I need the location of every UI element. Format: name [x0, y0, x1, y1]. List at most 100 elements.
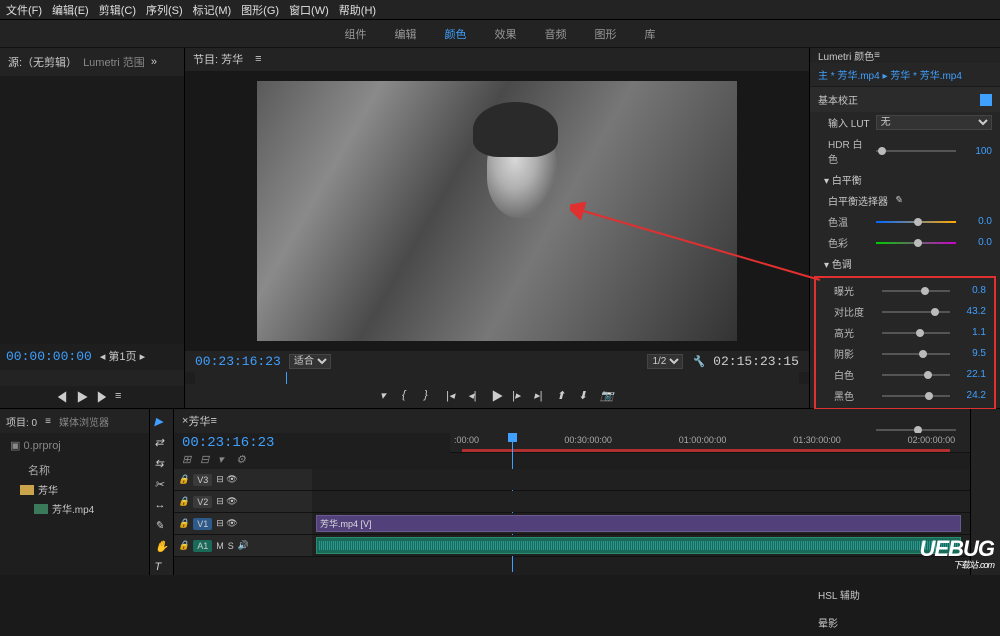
menu-file[interactable]: 文件(F)	[6, 2, 42, 18]
mark-in-icon[interactable]: {	[402, 389, 416, 403]
play-icon[interactable]	[75, 390, 89, 404]
lock-icon[interactable]: 🔒	[178, 496, 189, 507]
marker-icon[interactable]: ▾	[380, 389, 394, 403]
mark-out-icon[interactable]: }	[424, 389, 438, 403]
contrast-label: 对比度	[834, 304, 876, 319]
project-tab[interactable]: 项目: 0	[6, 414, 37, 429]
play-icon[interactable]	[490, 389, 504, 403]
basic-toggle[interactable]	[980, 94, 992, 106]
hand-tool-icon[interactable]: ✋	[155, 540, 169, 554]
go-in-icon[interactable]: |◂	[446, 389, 460, 403]
tint-slider[interactable]	[876, 242, 956, 244]
wrench-icon[interactable]: 🔧	[691, 355, 705, 368]
export-frame-icon[interactable]: 📷	[600, 389, 614, 403]
track-v1[interactable]: 芳华.mp4 [V]	[312, 513, 970, 534]
name-column-header[interactable]: 名称	[6, 460, 143, 480]
menu-window[interactable]: 窗口(W)	[289, 2, 329, 18]
razor-tool-icon[interactable]: ✂	[155, 478, 169, 492]
menu-sequence[interactable]: 序列(S)	[146, 2, 183, 18]
lumetri-scopes-tab[interactable]: Lumetri 范围	[83, 54, 145, 70]
step-back-icon[interactable]	[55, 390, 69, 404]
video-clip[interactable]: 芳华.mp4 [V]	[316, 515, 961, 532]
settings-icon[interactable]: ⚙	[236, 453, 248, 465]
menu-edit[interactable]: 编辑(E)	[52, 2, 89, 18]
exposure-value[interactable]: 0.8	[956, 285, 986, 296]
tab-editing[interactable]: 编辑	[395, 26, 417, 42]
source-ruler[interactable]	[0, 370, 184, 386]
track-select-icon[interactable]: ⇄	[155, 436, 169, 450]
blacks-slider[interactable]	[882, 395, 950, 397]
source-tab[interactable]: 源:（无剪辑）	[8, 54, 77, 70]
source-timecode[interactable]: 00:00:00:00	[6, 349, 92, 364]
highlights-value[interactable]: 1.1	[956, 327, 986, 338]
fit-select[interactable]: 适合	[289, 354, 331, 369]
program-ruler[interactable]	[195, 372, 799, 383]
selection-tool-icon[interactable]: ▶	[155, 415, 169, 429]
contrast-slider[interactable]	[882, 311, 950, 313]
step-fwd-icon[interactable]	[95, 390, 109, 404]
lift-icon[interactable]: ⬆	[556, 389, 570, 403]
whites-slider[interactable]	[882, 374, 950, 376]
track-v3[interactable]	[312, 469, 970, 490]
highlights-slider[interactable]	[882, 332, 950, 334]
chevron-right-icon[interactable]: »	[151, 56, 157, 68]
hdr-white-value[interactable]: 100	[962, 146, 992, 157]
menu-marker[interactable]: 标记(M)	[193, 2, 232, 18]
audio-clip[interactable]	[316, 537, 961, 554]
tab-graphics[interactable]: 图形	[595, 26, 617, 42]
media-browser-tab[interactable]: 媒体浏览器	[59, 414, 109, 429]
track-v2[interactable]	[312, 491, 970, 512]
slip-tool-icon[interactable]: ↔	[155, 499, 169, 513]
pen-tool-icon[interactable]: ✎	[155, 519, 169, 533]
program-timecode-in[interactable]: 00:23:16:23	[195, 354, 281, 369]
snap-icon[interactable]: ⊞	[182, 453, 194, 465]
tab-library[interactable]: 库	[645, 26, 656, 42]
marker-add-icon[interactable]: ▾	[218, 453, 230, 465]
program-tab[interactable]: 节目: 芳华	[193, 51, 243, 67]
menu-clip[interactable]: 剪辑(C)	[99, 2, 136, 18]
lock-icon[interactable]: 🔒	[178, 540, 189, 551]
temp-label: 色温	[828, 214, 870, 229]
temp-value[interactable]: 0.0	[962, 216, 992, 227]
link-icon[interactable]: ⊟	[200, 453, 212, 465]
exposure-slider[interactable]	[882, 290, 950, 292]
more-icon[interactable]: ≡	[115, 390, 129, 404]
lock-icon[interactable]: 🔒	[178, 474, 189, 485]
type-tool-icon[interactable]: T	[155, 561, 169, 575]
bin-item[interactable]: 芳华	[6, 480, 143, 499]
clip-icon	[34, 504, 48, 514]
extract-icon[interactable]: ⬇	[578, 389, 592, 403]
lock-icon[interactable]: 🔒	[178, 518, 189, 529]
ripple-edit-icon[interactable]: ⇆	[155, 457, 169, 471]
shadows-value[interactable]: 9.5	[956, 348, 986, 359]
tab-audio[interactable]: 音频	[545, 26, 567, 42]
wb-head[interactable]: ▾ 白平衡	[810, 169, 1000, 190]
go-out-icon[interactable]: ▸|	[534, 389, 548, 403]
lut-select[interactable]: 无	[876, 115, 992, 130]
tab-color[interactable]: 颜色	[445, 26, 467, 42]
vignette-section[interactable]: 晕影	[810, 608, 1000, 636]
temp-slider[interactable]	[876, 221, 956, 223]
clip-item[interactable]: 芳华.mp4	[6, 499, 143, 518]
contrast-value[interactable]: 43.2	[956, 306, 986, 317]
menu-graphics[interactable]: 图形(G)	[241, 2, 279, 18]
tab-effects[interactable]: 效果	[495, 26, 517, 42]
tab-assembly[interactable]: 组件	[345, 26, 367, 42]
basic-correction-head[interactable]: 基本校正	[810, 86, 1000, 112]
scale-select[interactable]: 1/2	[647, 354, 683, 369]
step-back-icon[interactable]: ◂|	[468, 389, 482, 403]
tool-palette: ▶ ⇄ ⇆ ✂ ↔ ✎ ✋ T	[150, 409, 174, 575]
step-fwd-icon[interactable]: |▸	[512, 389, 526, 403]
timeline-timecode[interactable]: 00:23:16:23	[174, 433, 312, 453]
track-a1[interactable]	[312, 535, 970, 556]
whites-value[interactable]: 22.1	[956, 369, 986, 380]
tint-value[interactable]: 0.0	[962, 237, 992, 248]
blacks-value[interactable]: 24.2	[956, 390, 986, 401]
timeline-ruler[interactable]: :00:00 00:30:00:00 01:00:00:00 01:30:00:…	[450, 433, 970, 453]
shadows-slider[interactable]	[882, 353, 950, 355]
eyedropper-icon[interactable]: ✎	[894, 195, 902, 206]
hsl-section[interactable]: HSL 辅助	[810, 580, 1000, 608]
menu-help[interactable]: 帮助(H)	[339, 2, 376, 18]
sequence-tab[interactable]: 芳华	[188, 413, 210, 429]
tone-head[interactable]: ▾ 色调	[810, 253, 1000, 274]
